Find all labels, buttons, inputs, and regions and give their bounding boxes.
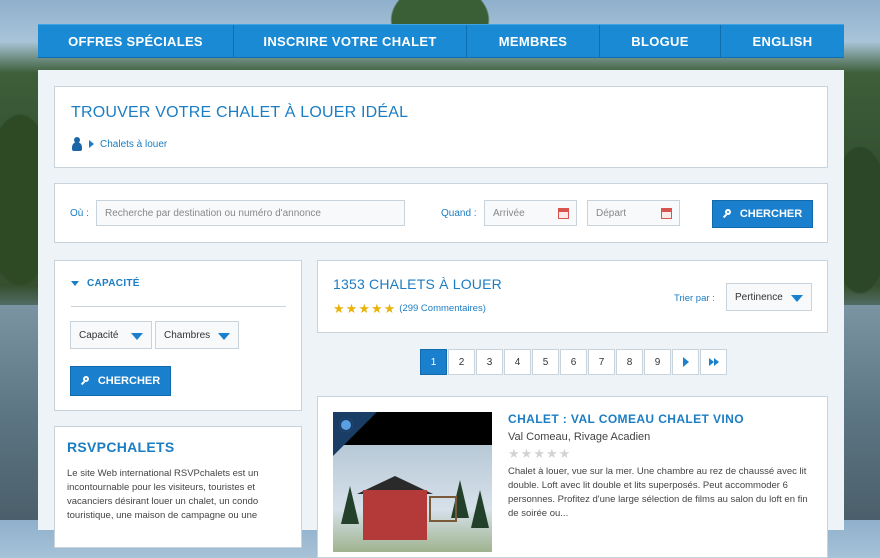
capacity-select-value: Capacité — [79, 329, 119, 341]
calendar-icon[interactable] — [558, 208, 569, 219]
search-button-label: CHERCHER — [739, 208, 803, 220]
arrival-placeholder: Arrivée — [493, 207, 525, 219]
filter-heading[interactable]: CAPACITÉ — [71, 278, 140, 289]
page-button[interactable]: 8 — [616, 349, 643, 375]
filter-button-label: CHERCHER — [97, 375, 161, 387]
chevron-down-icon — [218, 333, 230, 340]
breadcrumb-link[interactable]: Chalets à louer — [100, 139, 167, 150]
page-button[interactable]: 1 — [420, 349, 447, 375]
calendar-icon[interactable] — [661, 208, 672, 219]
collapse-arrow-icon — [71, 281, 79, 286]
page-button[interactable]: 7 — [588, 349, 615, 375]
title-panel: TROUVER VOTRE CHALET À LOUER IDÉAL Chale… — [54, 86, 828, 168]
nav-item-inscrire[interactable]: INSCRIRE VOTRE CHALET — [234, 25, 467, 57]
destination-input[interactable]: Recherche par destination ou numéro d'an… — [96, 200, 405, 226]
departure-date-input[interactable]: Départ — [587, 200, 680, 226]
listing-rating: ★ ★ ★ ★ ★ — [508, 447, 571, 460]
page-button[interactable]: 5 — [532, 349, 559, 375]
star-icon: ★ — [545, 446, 558, 461]
filter-search-button[interactable]: CHERCHER — [70, 366, 171, 396]
search-icon — [722, 209, 733, 219]
sort-label: Trier par : — [674, 293, 715, 304]
last-page-button[interactable] — [700, 349, 727, 375]
page-button[interactable]: 6 — [560, 349, 587, 375]
about-text: Le site Web international RSVPchalets es… — [67, 468, 259, 521]
page-button[interactable]: 9 — [644, 349, 671, 375]
reviews-link[interactable]: (299 Commentaires) — [399, 303, 486, 314]
main-content: TROUVER VOTRE CHALET À LOUER IDÉAL Chale… — [38, 70, 844, 558]
listing-photo[interactable] — [333, 412, 492, 552]
arrival-date-input[interactable]: Arrivée — [484, 200, 577, 226]
when-label: Quand : — [441, 208, 477, 219]
results-panel: 1353 CHALETS À LOUER ★ ★ ★ ★ ★ (299 Comm… — [317, 260, 828, 333]
double-arrow-icon — [708, 358, 719, 366]
featured-badge-icon — [339, 418, 353, 432]
chevron-down-icon — [131, 333, 143, 340]
page-button[interactable]: 3 — [476, 349, 503, 375]
breadcrumb-arrow-icon — [89, 140, 94, 148]
search-icon — [80, 376, 91, 386]
listing-title[interactable]: CHALET : VAL COMEAU CHALET VINO — [508, 412, 744, 426]
star-icon: ★ — [333, 301, 345, 316]
main-nav: OFFRES SPÉCIALES INSCRIRE VOTRE CHALET M… — [38, 24, 844, 58]
star-icon: ★ — [383, 301, 396, 316]
nav-item-english[interactable]: ENGLISH — [721, 25, 844, 57]
rooms-select[interactable]: Chambres — [155, 321, 239, 349]
star-icon: ★ — [558, 446, 571, 461]
where-label: Où : — [70, 208, 89, 219]
page-button[interactable]: 2 — [448, 349, 475, 375]
pagination: 1 2 3 4 5 6 7 8 9 — [420, 349, 728, 375]
page-button[interactable]: 4 — [504, 349, 531, 375]
rooms-select-value: Chambres — [164, 329, 211, 341]
capacity-select[interactable]: Capacité — [70, 321, 152, 349]
chevron-down-icon — [791, 295, 803, 302]
filter-heading-label: CAPACITÉ — [87, 278, 140, 289]
search-panel: Où : Recherche par destination ou numéro… — [54, 183, 828, 243]
star-icon: ★ — [345, 301, 358, 316]
listing-card: CHALET : VAL COMEAU CHALET VINO Val Come… — [317, 396, 828, 558]
about-panel: RSVPCHALETS Le site Web international RS… — [54, 426, 302, 548]
breadcrumb: Chalets à louer — [71, 137, 167, 151]
next-page-button[interactable] — [672, 349, 699, 375]
listing-location: Val Comeau, Rivage Acadien — [508, 431, 651, 443]
star-icon: ★ — [358, 301, 370, 316]
nav-item-membres[interactable]: MEMBRES — [467, 25, 600, 57]
home-icon[interactable] — [71, 137, 83, 151]
departure-placeholder: Départ — [596, 207, 627, 219]
sort-select-value: Pertinence — [735, 291, 783, 303]
about-title: RSVPCHALETS — [67, 439, 175, 455]
listing-description: Chalet à louer, vue sur la mer. Une cham… — [508, 466, 808, 519]
results-rating: ★ ★ ★ ★ ★ (299 Commentaires) — [333, 302, 486, 315]
page-title: TROUVER VOTRE CHALET À LOUER IDÉAL — [71, 104, 409, 121]
filter-panel: CAPACITÉ Capacité Chambres CHERCHER — [54, 260, 302, 411]
star-icon: ★ — [520, 446, 533, 461]
search-button[interactable]: CHERCHER — [712, 200, 813, 228]
nav-item-offres[interactable]: OFFRES SPÉCIALES — [38, 25, 234, 57]
nav-item-blogue[interactable]: BLOGUE — [600, 25, 721, 57]
results-count-title: 1353 CHALETS À LOUER — [333, 276, 502, 292]
star-icon: ★ — [508, 446, 520, 461]
divider — [71, 306, 286, 307]
sort-select[interactable]: Pertinence — [726, 283, 812, 311]
star-icon: ★ — [370, 301, 383, 316]
next-arrow-icon — [682, 357, 689, 367]
star-icon: ★ — [533, 446, 545, 461]
